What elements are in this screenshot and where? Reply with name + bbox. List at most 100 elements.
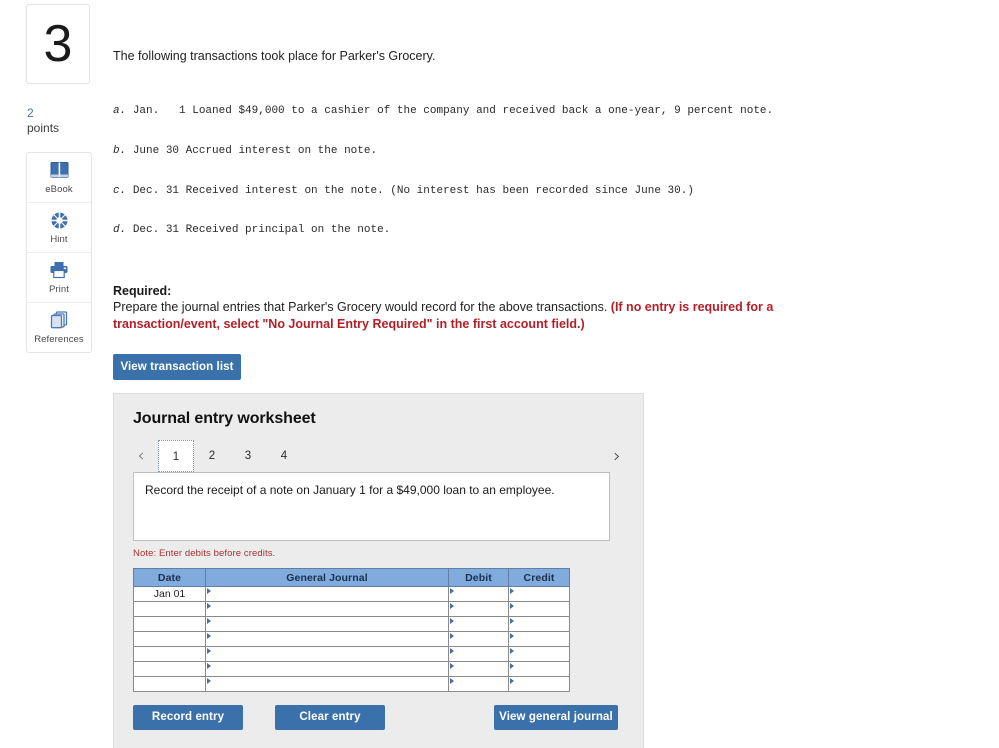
view-transaction-list-button[interactable]: View transaction list [113,354,241,381]
transaction-line: c. Dec. 31 Received interest on the note… [113,185,993,198]
debits-before-credits-note: Note: Enter debits before credits. [133,548,276,560]
worksheet-tabs: ‹ 1 2 3 4 › [133,439,625,473]
cell-general-journal[interactable] [205,661,449,678]
transaction-text: Received principal on the note. [185,224,391,237]
cell-general-journal[interactable] [205,601,449,618]
cell-debit[interactable] [448,661,509,678]
column-header-date: Date [133,568,206,588]
life-ring-icon [50,211,69,231]
view-general-journal-button[interactable]: View general journal [494,705,618,731]
cell-date[interactable] [133,661,206,678]
tab-entry-2[interactable]: 2 [194,440,230,472]
record-entry-button[interactable]: Record entry [133,705,243,731]
cell-debit[interactable] [448,646,509,663]
required-heading: Required: [113,283,172,298]
transaction-label: c. [113,184,127,197]
points-block: 2 points [26,106,92,135]
tool-item-print-label: Print [48,283,70,295]
transaction-line: d. Dec. 31 Received principal on the not… [113,224,993,237]
transaction-label: a. [113,105,127,118]
table-row [133,601,570,618]
cell-credit[interactable] [508,676,570,693]
cell-date[interactable] [133,601,206,618]
tool-item-hint[interactable]: Hint [27,203,91,253]
question-content: The following transactions took place fo… [113,0,993,748]
journal-entry-worksheet-panel: Journal entry worksheet ‹ 1 2 3 4 › Reco… [113,393,644,748]
tool-item-ebook[interactable]: eBook [27,153,91,203]
required-body-text: Prepare the journal entries that Parker'… [113,300,611,315]
points-label: points [27,121,60,135]
references-icon [49,310,69,331]
table-row [133,661,570,678]
tool-item-ebook-label: eBook [45,183,73,195]
table-header-row: Date General Journal Debit Credit [133,568,570,588]
cell-general-journal[interactable] [205,646,449,663]
prev-entry-arrow-icon[interactable]: ‹ [133,447,149,465]
cell-credit[interactable] [508,661,570,678]
cell-general-journal[interactable] [205,586,449,603]
journal-entry-table: Date General Journal Debit Credit Jan 01 [133,568,570,693]
tab-entry-4[interactable]: 4 [266,440,302,472]
transaction-line: b. June 30 Accrued interest on the note. [113,145,993,158]
cell-debit[interactable] [448,586,509,603]
transaction-text: Accrued interest on the note. [185,145,378,158]
transaction-date: Jan. 1 [132,105,186,118]
entry-prompt-text: Record the receipt of a note on January … [145,483,555,498]
column-header-credit: Credit [508,568,570,588]
cell-date[interactable] [133,616,206,633]
transaction-date: Dec. 31 [132,224,180,237]
tool-item-hint-label: Hint [50,233,68,245]
transaction-date: Dec. 31 [132,184,180,197]
cell-date[interactable]: Jan 01 [133,586,206,603]
required-block: Required: Prepare the journal entries th… [113,283,778,333]
question-number-box: 3 [26,4,90,84]
tool-item-print[interactable]: Print [27,253,91,303]
cell-general-journal[interactable] [205,616,449,633]
transaction-date: June 30 [132,145,180,158]
entry-prompt-box: Record the receipt of a note on January … [133,472,610,542]
table-row [133,631,570,648]
column-header-debit: Debit [448,568,509,588]
cell-date[interactable] [133,676,206,693]
cell-credit[interactable] [508,601,570,618]
cell-date[interactable] [133,646,206,663]
book-icon [50,161,69,181]
table-row [133,646,570,663]
cell-date[interactable] [133,631,206,648]
table-row [133,616,570,633]
tool-item-references-label: References [34,333,84,345]
cell-credit[interactable] [508,616,570,633]
table-row [133,676,570,693]
transaction-label: b. [113,145,127,158]
printer-icon [49,261,69,281]
worksheet-action-bar: Record entry Clear entry View general jo… [133,705,619,731]
transaction-list: a. Jan. 1 Loaned $49,000 to a cashier of… [113,79,993,264]
column-header-general-journal: General Journal [205,568,449,588]
transaction-text: Loaned $49,000 to a cashier of the compa… [192,105,774,118]
cell-debit[interactable] [448,616,509,633]
cell-debit[interactable] [448,676,509,693]
journal-table-body: Jan 01 [133,586,570,693]
tool-item-references[interactable]: References [27,303,91,352]
tab-entry-1[interactable]: 1 [158,440,194,473]
next-entry-arrow-icon[interactable]: › [609,446,625,465]
cell-debit[interactable] [448,631,509,648]
transaction-text: Received interest on the note. (No inter… [185,184,694,197]
tab-entry-3[interactable]: 3 [230,440,266,472]
cell-debit[interactable] [448,601,509,618]
question-number: 3 [43,15,73,73]
question-rail: 3 2 points eBook Hint Print References [26,4,92,353]
cell-credit[interactable] [508,646,570,663]
points-value: 2 [27,106,34,120]
cell-general-journal[interactable] [205,676,449,693]
tool-panel: eBook Hint Print References [26,152,92,353]
clear-entry-button[interactable]: Clear entry [275,705,385,731]
cell-credit[interactable] [508,586,570,603]
intro-text: The following transactions took place fo… [113,49,436,63]
table-row: Jan 01 [133,586,570,603]
transaction-line: a. Jan. 1 Loaned $49,000 to a cashier of… [113,105,993,118]
cell-credit[interactable] [508,631,570,648]
worksheet-title: Journal entry worksheet [133,410,316,428]
cell-general-journal[interactable] [205,631,449,648]
transaction-label: d. [113,224,127,237]
